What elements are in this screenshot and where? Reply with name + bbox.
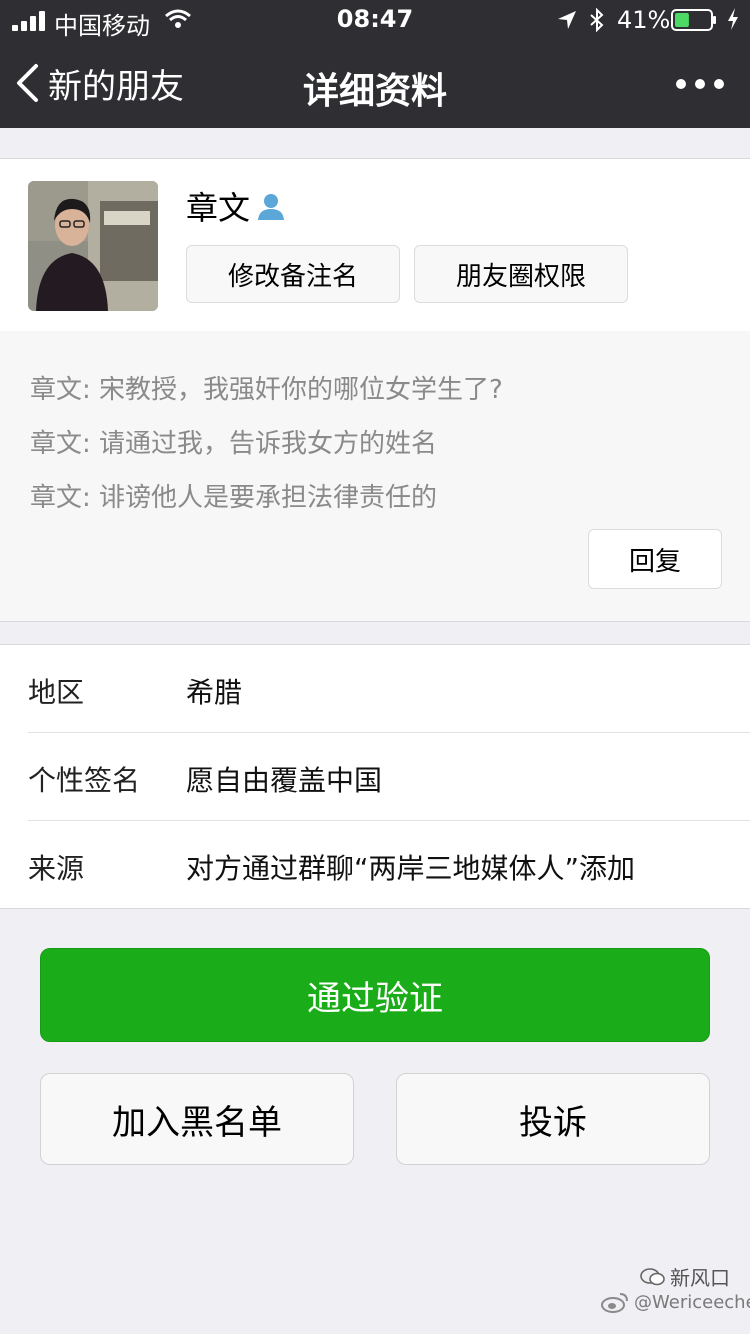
edit-remark-button[interactable]: 修改备注名 [186,245,400,303]
info-label: 个性签名 [28,764,141,797]
battery-icon [671,9,716,31]
avatar[interactable] [28,181,158,311]
bluetooth-icon [590,8,604,32]
logo-watermark: 新风口 [640,1262,730,1291]
page-title: 详细资料 [302,71,447,112]
top-bar: 中国移动 08:47 41% 新的朋友 详细资料 [0,0,750,128]
accept-verification-button[interactable]: 通过验证 [40,948,710,1042]
weibo-icon [601,1293,628,1313]
logo-text: 新风口 [670,1266,730,1290]
info-label: 地区 [28,676,85,709]
info-row-signature: 个性签名 愿自由覆盖中国 [0,733,750,820]
message-line: 章文: 宋教授，我强奸你的哪位女学生了? [30,375,503,405]
contact-name: 章文 [186,189,251,227]
report-button[interactable]: 投诉 [396,1073,710,1165]
message-line: 章文: 请通过我，告诉我女方的姓名 [30,429,438,459]
person-icon [258,194,285,220]
info-value: 对方通过群聊“两岸三地媒体人”添加 [186,852,636,885]
info-value: 愿自由覆盖中国 [186,764,383,797]
name-row: 章文 [186,183,286,229]
verification-messages: 章文: 宋教授，我强奸你的哪位女学生了? 章文: 请通过我，告诉我女方的姓名 章… [0,331,750,622]
info-row-region: 地区 希腊 [0,645,750,732]
weibo-watermark: @Wericeechen [600,1290,750,1314]
battery-percent: 41% [617,6,671,34]
weibo-handle: @Wericeechen [634,1291,750,1313]
status-bar: 中国移动 08:47 41% [0,0,750,40]
navigation-bar: 新的朋友 详细资料 [0,40,750,128]
info-value: 希腊 [186,676,243,709]
charging-bolt-icon [728,8,738,30]
location-arrow-icon [558,11,576,29]
reply-button[interactable]: 回复 [588,529,722,589]
info-label: 来源 [28,852,85,885]
add-to-blacklist-button[interactable]: 加入黑名单 [40,1073,354,1165]
moments-permission-button[interactable]: 朋友圈权限 [414,245,628,303]
wechat-icon [640,1267,665,1285]
info-list: 地区 希腊 个性签名 愿自由覆盖中国 来源 对方通过群聊“两岸三地媒体人”添加 [0,644,750,909]
more-dots-icon[interactable] [672,68,728,100]
profile-card: 章文 修改备注名 朋友圈权限 [0,158,750,332]
info-row-source: 来源 对方通过群聊“两岸三地媒体人”添加 [0,821,750,908]
message-line: 章文: 诽谤他人是要承担法律责任的 [30,483,438,513]
